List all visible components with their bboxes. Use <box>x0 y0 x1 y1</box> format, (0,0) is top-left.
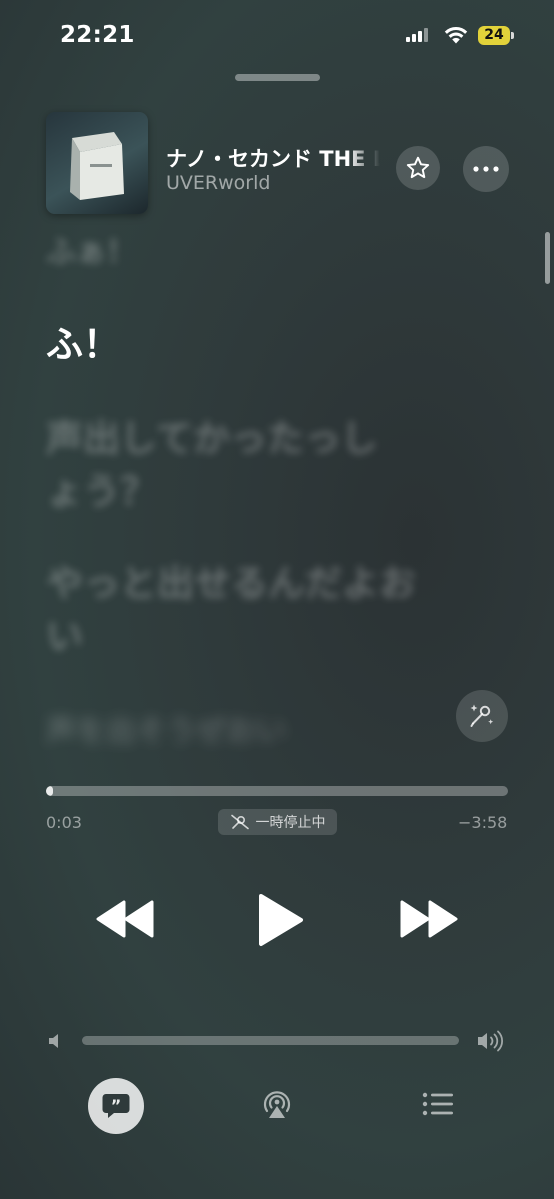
lyric-line-next[interactable]: 声を出そうぜおい <box>46 705 446 758</box>
more-button[interactable] <box>463 146 509 192</box>
volume-high-icon <box>476 1028 506 1054</box>
airplay-icon <box>263 1091 291 1118</box>
lyrics-scroll-indicator[interactable] <box>545 232 550 284</box>
star-icon <box>406 156 430 179</box>
rewind-button[interactable] <box>94 893 156 945</box>
status-time: 22:21 <box>60 22 135 48</box>
mic-off-icon <box>230 814 249 830</box>
album-artwork[interactable] <box>46 112 148 214</box>
remaining-time: −3:58 <box>458 813 508 832</box>
volume-low-icon <box>46 1031 66 1051</box>
lyric-line-next[interactable]: 声出してかったっしょう？ <box>46 412 406 518</box>
song-title[interactable]: ナノ・セカンド THE LIVE <box>166 143 380 173</box>
fast-forward-button[interactable] <box>398 893 460 945</box>
rewind-icon <box>96 900 154 938</box>
fast-forward-icon <box>400 900 458 938</box>
lyrics-button[interactable]: ” <box>88 1078 144 1134</box>
sheet-grabber[interactable] <box>235 74 320 81</box>
sing-icon <box>470 704 494 727</box>
volume-slider[interactable] <box>82 1036 459 1045</box>
lyric-line-current[interactable]: ふ！ <box>46 318 506 371</box>
play-icon <box>259 894 303 946</box>
status-badge: 一時停止中 <box>218 809 337 835</box>
wifi-icon <box>443 25 469 45</box>
lyric-line-previous[interactable]: ふぁ！ <box>46 226 506 279</box>
status-badge-label: 一時停止中 <box>255 815 326 831</box>
play-button[interactable] <box>250 888 310 952</box>
favorite-button[interactable] <box>396 146 440 190</box>
artist-name[interactable]: UVERworld <box>166 172 270 194</box>
more-icon <box>473 166 499 172</box>
playback-progress-fill <box>46 786 54 796</box>
playback-scrubber[interactable] <box>46 786 508 796</box>
battery-icon: 24 <box>478 26 516 45</box>
lyric-line-next[interactable]: やっと出せるんだよおい <box>46 557 446 663</box>
airplay-button[interactable] <box>258 1085 296 1123</box>
svg-text:”: ” <box>111 1096 122 1115</box>
elapsed-time: 0:03 <box>46 813 82 832</box>
battery-level: 24 <box>478 26 510 45</box>
sing-button[interactable] <box>456 690 508 742</box>
queue-icon <box>422 1092 453 1116</box>
queue-button[interactable] <box>420 1088 456 1120</box>
lyrics-icon: ” <box>102 1094 130 1118</box>
signal-icon <box>406 28 432 42</box>
